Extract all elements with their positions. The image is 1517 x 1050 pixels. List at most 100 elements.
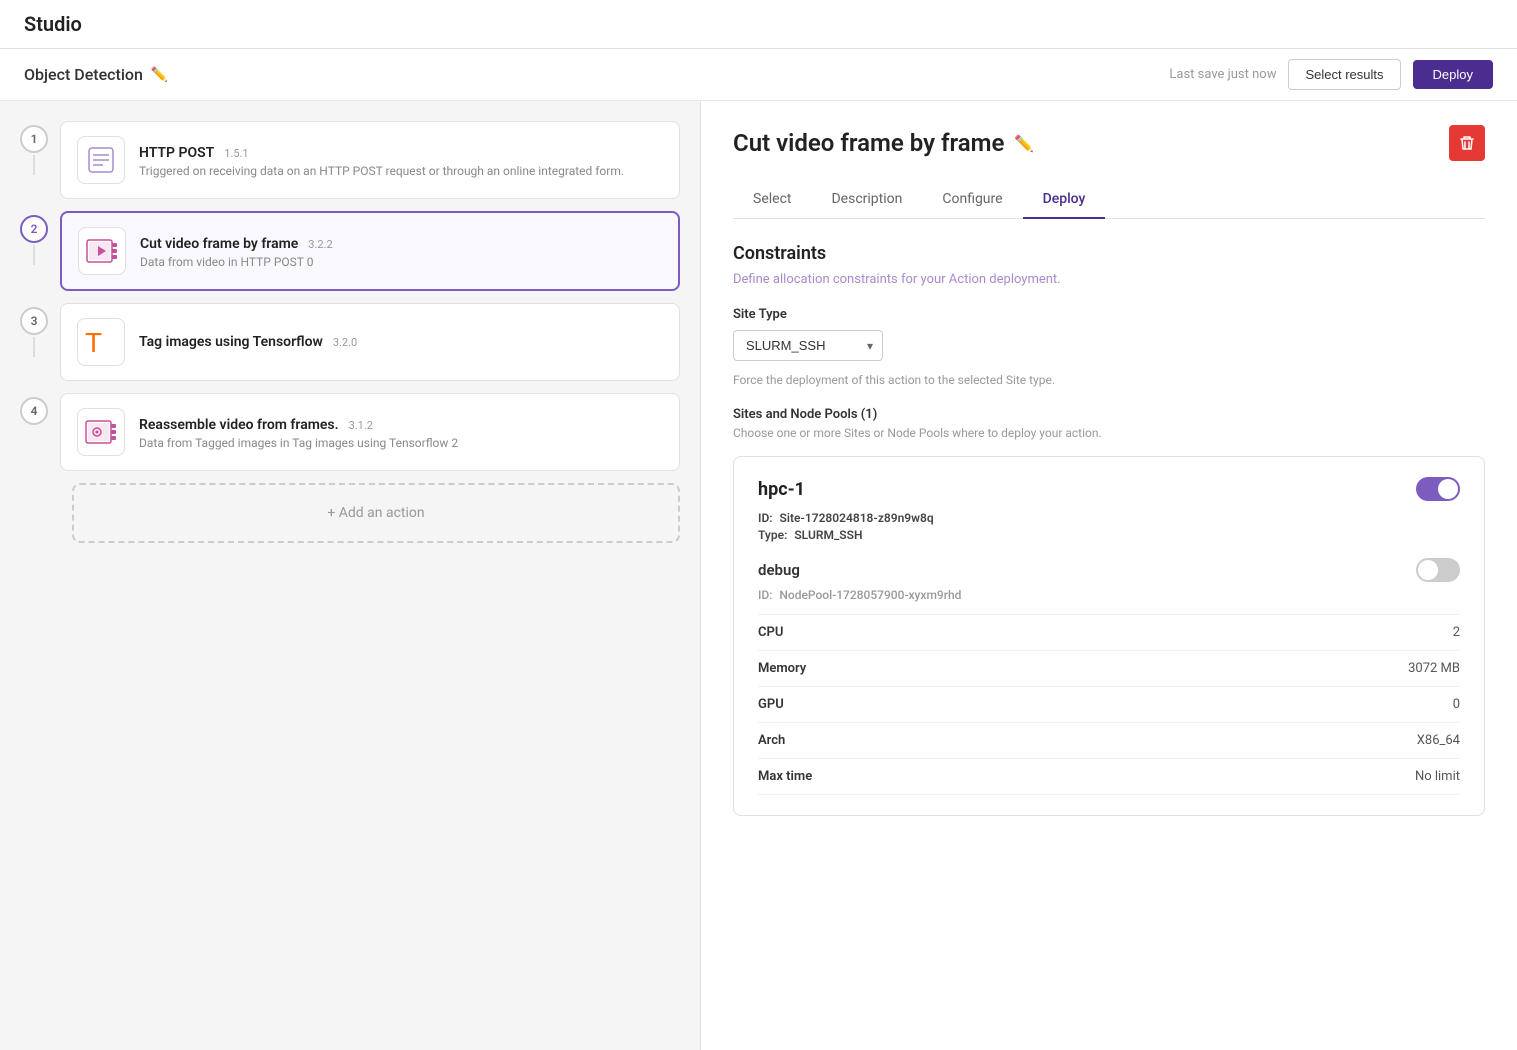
site-id-value: Site-1728024818-z89n9w8q [780,511,934,525]
step-title-3: Tag images using Tensorflow 3.2.0 [139,331,663,350]
step-icon-1 [77,136,125,184]
step-title-2: Cut video frame by frame 3.2.2 [140,233,662,252]
site-type-value-display: SLURM_SSH [794,528,862,542]
step-title-1: HTTP POST 1.5.1 [139,142,663,161]
resource-row-maxtime: Max time No limit [758,759,1460,795]
add-action-container: + Add an action [20,483,680,555]
step-line-3 [33,337,35,357]
resource-row-arch: Arch X86_64 [758,723,1460,759]
resource-table: CPU 2 Memory 3072 MB GPU 0 Arch X86_64 [758,614,1460,795]
step-version-4: 3.1.2 [349,419,373,432]
pipeline-item-4: 4 Reassemble video from [20,393,680,483]
resource-val-gpu: 0 [1453,697,1460,712]
app-title: Studio [24,12,82,36]
step-info-3: Tag images using Tensorflow 3.2.0 [139,331,663,353]
detail-panel: Cut video frame by frame ✏️ Select Descr… [700,101,1517,1050]
svg-text:T: T [85,327,102,358]
detail-title-text: Cut video frame by frame [733,129,1004,157]
add-action-spacer [20,483,60,487]
step-desc-4: Data from Tagged images in Tag images us… [139,436,663,450]
node-pool-id-label: ID: [758,588,772,602]
tab-configure[interactable]: Configure [922,181,1022,219]
main-layout: 1 HTTP POST 1.5.1 Tr [0,101,1517,1050]
resource-row-cpu: CPU 2 [758,615,1460,651]
resource-key-maxtime: Max time [758,769,812,784]
delete-button[interactable] [1449,125,1485,161]
constraints-desc: Define allocation constraints for your A… [733,272,1485,287]
resource-val-arch: X86_64 [1417,733,1460,748]
detail-header: Cut video frame by frame ✏️ [733,125,1485,161]
step-circle-2: 2 [20,215,48,243]
project-name-container: Object Detection ✏️ [24,65,168,84]
project-bar-right: Last save just now Select results Deploy [1169,59,1493,90]
step-desc-2: Data from video in HTTP POST 0 [140,255,662,269]
tab-select[interactable]: Select [733,181,811,219]
resource-key-memory: Memory [758,661,806,676]
resource-key-gpu: GPU [758,697,784,712]
step-card-2[interactable]: Cut video frame by frame 3.2.2 Data from… [60,211,680,291]
site-type-label: Site Type [733,307,1485,322]
detail-title-container: Cut video frame by frame ✏️ [733,129,1034,157]
app-header: Studio [0,0,1517,49]
site-card-header: hpc-1 [758,477,1460,501]
node-pool-header: debug [758,558,1460,582]
last-save-label: Last save just now [1169,67,1276,82]
add-action-card[interactable]: + Add an action [72,483,680,543]
resource-val-memory: 3072 MB [1408,661,1460,676]
step-circle-1: 1 [20,125,48,153]
detail-edit-icon[interactable]: ✏️ [1014,134,1034,153]
site-type-select[interactable]: SLURM_SSH SSH Local [733,330,883,361]
node-pool-toggle[interactable] [1416,558,1460,582]
site-type-note: Force the deployment of this action to t… [733,373,1485,387]
step-info-2: Cut video frame by frame 3.2.2 Data from… [140,233,662,269]
deploy-button[interactable]: Deploy [1413,60,1493,89]
step-circle-3: 3 [20,307,48,335]
sites-label: Sites and Node Pools (1) [733,407,1485,422]
step-title-text-2: Cut video frame by frame [140,236,298,252]
step-title-text-4: Reassemble video from frames. [139,417,339,433]
step-title-4: Reassemble video from frames. 3.1.2 [139,414,663,433]
site-type-key: Type: [758,528,787,542]
resource-key-cpu: CPU [758,625,783,640]
step-line-2 [33,245,35,265]
site-id-label: ID: [758,511,773,525]
project-name-label: Object Detection [24,65,143,84]
step-number-wrapper-1: 1 [20,121,48,177]
step-card-1[interactable]: HTTP POST 1.5.1 Triggered on receiving d… [60,121,680,199]
step-card-4[interactable]: Reassemble video from frames. 3.1.2 Data… [60,393,680,471]
site-id-row: ID: Site-1728024818-z89n9w8q [758,511,1460,525]
site-toggle[interactable] [1416,477,1460,501]
resource-val-maxtime: No limit [1415,769,1460,784]
step-info-1: HTTP POST 1.5.1 Triggered on receiving d… [139,142,663,178]
sites-note: Choose one or more Sites or Node Pools w… [733,426,1485,440]
project-bar: Object Detection ✏️ Last save just now S… [0,49,1517,101]
step-desc-1: Triggered on receiving data on an HTTP P… [139,164,663,178]
pipeline-item-3: 3 T Tag images using Tensorflow 3.2.0 [20,303,680,393]
step-card-3[interactable]: T Tag images using Tensorflow 3.2.0 [60,303,680,381]
step-number-wrapper-4: 4 [20,393,48,425]
select-results-button[interactable]: Select results [1288,59,1400,90]
node-pool-name: debug [758,561,800,579]
step-icon-3: T [77,318,125,366]
resource-val-cpu: 2 [1453,625,1460,640]
node-pool-id-row: ID: NodePool-1728057900-xyxm9rhd [758,588,1460,602]
tab-bar: Select Description Configure Deploy [733,181,1485,219]
project-name-edit-icon[interactable]: ✏️ [151,67,168,83]
pipeline-item-1: 1 HTTP POST 1.5.1 Tr [20,121,680,211]
step-title-text-3: Tag images using Tensorflow [139,334,323,350]
step-version-1: 1.5.1 [224,147,248,160]
site-type-row: Type: SLURM_SSH [758,528,1460,542]
step-icon-4 [77,408,125,456]
tab-deploy[interactable]: Deploy [1023,181,1106,219]
step-version-2: 3.2.2 [308,238,332,251]
step-icon-2 [78,227,126,275]
step-version-3: 3.2.0 [333,336,357,349]
tab-description[interactable]: Description [811,181,922,219]
site-type-select-wrapper: SLURM_SSH SSH Local [733,330,883,361]
constraints-title: Constraints [733,243,1485,264]
resource-row-memory: Memory 3072 MB [758,651,1460,687]
node-pool-id-value: NodePool-1728057900-xyxm9rhd [779,588,961,602]
pipeline-panel: 1 HTTP POST 1.5.1 Tr [0,101,700,1050]
step-line-1 [33,155,35,175]
step-circle-4: 4 [20,397,48,425]
